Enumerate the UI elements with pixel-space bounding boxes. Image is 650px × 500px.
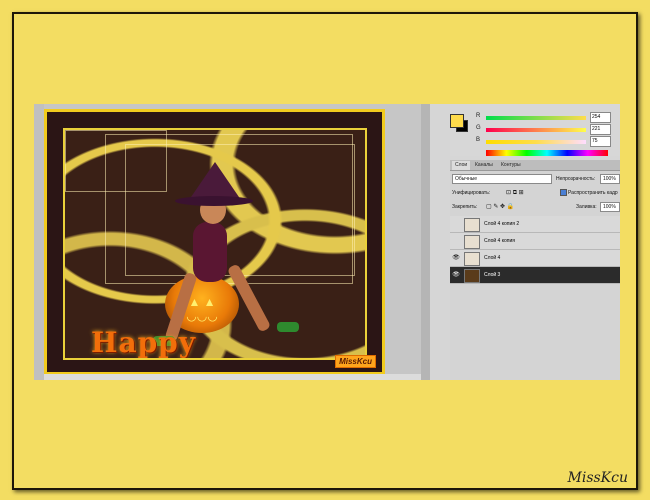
green-value[interactable]: 221	[590, 124, 611, 135]
propagate-label: Распространить кадр	[568, 190, 618, 196]
opacity-label: Непрозрачность:	[556, 176, 596, 182]
lock-label: Закрепить:	[452, 204, 478, 210]
unify-icons[interactable]: ⊡ ⧉ ⊞	[506, 189, 524, 197]
layer-name: Слой 4 копия 2	[484, 221, 520, 227]
layer-row-selected[interactable]: 👁 Слой 3	[450, 267, 620, 284]
red-track[interactable]	[486, 116, 586, 120]
layer-name: Слой 3	[484, 272, 501, 278]
blue-label: B	[476, 137, 481, 143]
opacity-input[interactable]: 100%	[600, 174, 620, 184]
layer-row[interactable]: Слой 4 копия 2	[450, 216, 620, 233]
artwork: ▲ ▲◡◡◡ Happy Halloween	[63, 128, 367, 360]
artist-badge: MissKcu	[335, 355, 376, 368]
eye-icon[interactable]: 👁	[452, 254, 460, 262]
blue-track[interactable]	[486, 140, 586, 144]
status-bar	[44, 374, 424, 380]
color-spectrum[interactable]	[486, 150, 608, 156]
right-panels: R 254 G 221 B 75 Слои Каналы Контуры Обы…	[430, 104, 620, 380]
eye-icon[interactable]: 👁	[452, 271, 460, 279]
unify-label: Унифицировать:	[452, 190, 491, 196]
layers-panel: Слои Каналы Контуры Обычные Непрозрачнос…	[450, 160, 620, 380]
blend-mode-value: Обычные	[455, 176, 478, 182]
unify-row: Унифицировать: ⊡ ⧉ ⊞ Распространить кадр	[450, 188, 620, 198]
witch-hat-brim	[175, 196, 253, 206]
green-label: G	[476, 125, 481, 131]
color-panel: R 254 G 221 B 75	[450, 104, 620, 156]
tab-layers[interactable]: Слои	[452, 161, 471, 170]
layer-thumbnail	[464, 218, 480, 232]
layer-name: Слой 4 копия	[484, 238, 515, 244]
layer-thumbnail	[464, 269, 480, 283]
document-canvas[interactable]: ▲ ▲◡◡◡ Happy Halloween MissKcu	[44, 109, 385, 375]
layer-thumbnail	[464, 252, 480, 266]
foreground-color-swatch[interactable]	[450, 114, 464, 128]
layer-row[interactable]: 👁 Слой 4	[450, 250, 620, 267]
layer-name: Слой 4	[484, 255, 501, 261]
document-area: ▲ ▲◡◡◡ Happy Halloween MissKcu	[44, 104, 424, 375]
artwork-title: Happy Halloween	[91, 326, 197, 359]
signature: MissKcu	[567, 470, 629, 486]
lock-icons[interactable]: ▢ ✎ ✥ 🔒	[486, 203, 514, 210]
layer-thumbnail	[464, 235, 480, 249]
witch-hat	[189, 162, 241, 200]
tab-channels[interactable]: Каналы	[472, 161, 496, 170]
witch-body	[193, 222, 227, 282]
blend-row: Обычные Непрозрачность: 100%	[450, 174, 620, 184]
blend-mode-select[interactable]: Обычные	[452, 174, 552, 184]
panel-divider[interactable]	[421, 104, 430, 380]
tab-paths[interactable]: Контуры	[498, 161, 524, 170]
blue-slider[interactable]: B 75	[476, 136, 611, 147]
fill-input[interactable]: 100%	[600, 202, 620, 212]
blue-value[interactable]: 75	[590, 136, 611, 147]
fill-label: Заливка:	[576, 204, 597, 210]
workspace-left-edge	[34, 104, 44, 380]
lock-row: Закрепить: ▢ ✎ ✥ 🔒 Заливка: 100%	[450, 202, 620, 212]
green-slider[interactable]: G 221	[476, 124, 611, 135]
decorative-frame	[65, 130, 167, 192]
outer-frame: ▲ ▲◡◡◡ Happy Halloween MissKcu	[0, 0, 650, 500]
green-track[interactable]	[486, 128, 586, 132]
visibility-toggle[interactable]	[452, 220, 460, 228]
panel-tabs: Слои Каналы Контуры	[450, 160, 620, 171]
layer-row[interactable]: Слой 4 копия	[450, 233, 620, 250]
red-value[interactable]: 254	[590, 112, 611, 123]
photoshop-screenshot: ▲ ▲◡◡◡ Happy Halloween MissKcu	[34, 104, 620, 380]
red-slider[interactable]: R 254	[476, 112, 611, 123]
visibility-toggle[interactable]	[452, 237, 460, 245]
propagate-checkbox[interactable]	[560, 189, 567, 196]
red-label: R	[476, 113, 481, 119]
